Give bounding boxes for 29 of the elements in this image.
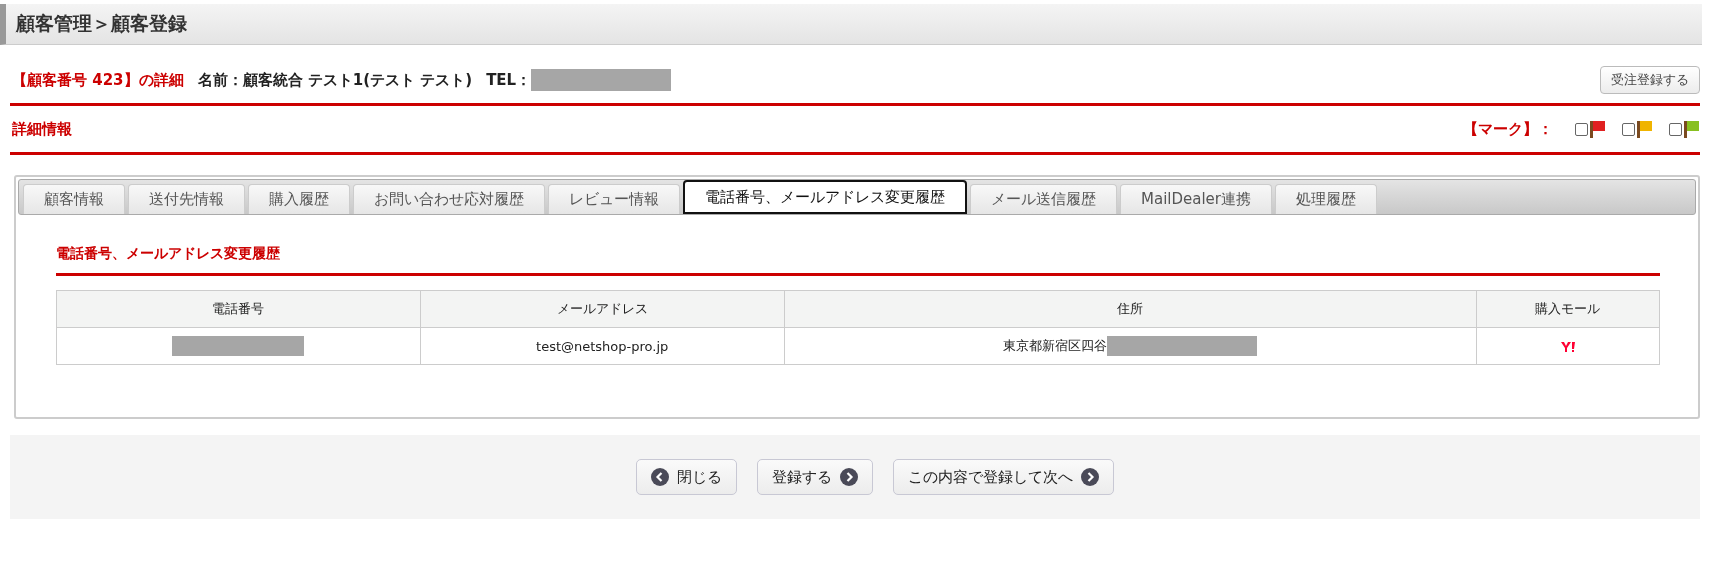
tab[interactable]: 送付先情報	[128, 184, 245, 214]
mark-label: 【マーク】：	[1463, 119, 1553, 139]
customer-name: 名前：顧客統合 テスト1(テスト テスト)	[197, 70, 473, 90]
tab[interactable]: 電話番号、メールアドレス変更履歴	[683, 180, 967, 214]
tab[interactable]: メール送信履歴	[970, 184, 1117, 214]
mark-checkbox[interactable]	[1622, 122, 1635, 136]
footer-button[interactable]: 閉じる	[636, 459, 737, 495]
tab[interactable]: 購入履歴	[248, 184, 350, 214]
tab[interactable]: MailDealer連携	[1120, 184, 1272, 214]
footer-button[interactable]: この内容で登録して次へ	[893, 459, 1114, 495]
section-title: 詳細情報	[12, 119, 72, 139]
table-cell: test@netshop-pro.jp	[420, 327, 785, 365]
column-header: 住所	[784, 290, 1477, 328]
tab[interactable]: レビュー情報	[548, 184, 680, 214]
tel-label: TEL：	[486, 70, 532, 90]
mark-checkbox[interactable]	[1575, 122, 1588, 136]
footer-button[interactable]: 登録する	[757, 459, 873, 495]
panel-title: 電話番号、メールアドレス変更履歴	[56, 241, 1660, 276]
mark-checkbox[interactable]	[1669, 122, 1682, 136]
tab[interactable]: お問い合わせ応対履歴	[353, 184, 545, 214]
column-header: メールアドレス	[420, 290, 785, 328]
tab[interactable]: 顧客情報	[23, 184, 125, 214]
address-text: 東京都新宿区四谷	[1003, 337, 1108, 355]
order-register-button[interactable]: 受注登録する	[1600, 66, 1700, 94]
customer-number-heading: 【顧客番号 423】の詳細	[12, 70, 184, 90]
tab[interactable]: 処理履歴	[1275, 184, 1377, 214]
column-header: 電話番号	[56, 290, 421, 328]
breadcrumb: 顧客管理＞顧客登録	[16, 11, 187, 36]
column-header: 購入モール	[1476, 290, 1660, 328]
